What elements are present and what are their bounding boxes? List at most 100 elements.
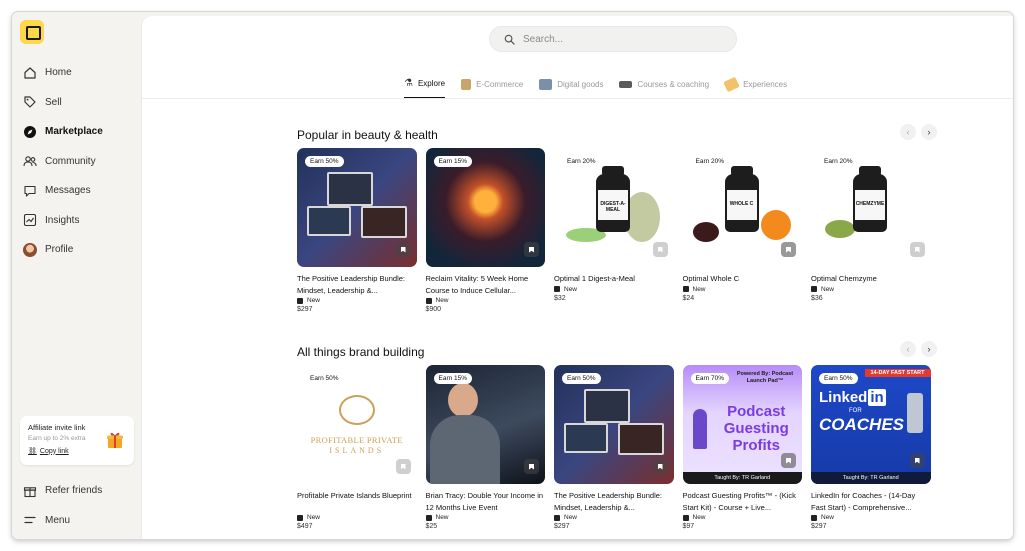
bottle-label: WHOLE C	[726, 190, 757, 220]
product-thumbnail: Powered By: Podcast Launch Pad™ Podcast …	[682, 365, 802, 484]
product-card[interactable]: CHEMZYME Earn 20% Optimal Chemzyme New $…	[811, 148, 931, 313]
sidebar-item-menu[interactable]: Menu	[12, 506, 142, 536]
new-badge: New	[425, 514, 546, 521]
product-price: $297	[297, 306, 313, 313]
bookmark-icon[interactable]	[909, 453, 925, 468]
sidebar-item-insights[interactable]: Insights	[12, 206, 142, 236]
linkedin-in-badge: in	[868, 389, 886, 406]
mortarboard-icon	[619, 80, 633, 88]
sidebar-item-messages[interactable]: Messages	[12, 176, 142, 206]
badge-label: New	[821, 285, 835, 293]
product-title: Optimal Chemzyme	[811, 274, 877, 283]
new-badge: New	[682, 514, 803, 521]
podcast-art-bottom: Taught By: TR Garland	[682, 472, 802, 484]
sidebar-item-marketplace[interactable]: Marketplace	[12, 117, 142, 147]
product-card[interactable]: WHOLE C Earn 20% Optimal Whole C New $24	[682, 148, 803, 313]
sidebar-item-refer-friends[interactable]: Refer friends	[12, 476, 142, 506]
ticket-icon	[723, 76, 740, 92]
new-badge: New	[682, 286, 803, 293]
next-arrow-button[interactable]: ›	[921, 124, 937, 140]
tab-experiences[interactable]: Experiences	[723, 74, 787, 98]
sidebar-item-profile[interactable]: Profile	[12, 235, 142, 265]
product-card[interactable]: Earn 15% Reclaim Vitality: 5 Week Home C…	[425, 148, 546, 313]
copy-link-label: Copy link	[39, 447, 69, 455]
product-card[interactable]: Earn 50% The Positive Leadership Bundle:…	[554, 365, 674, 530]
product-title: Optimal 1 Digest-a-Meal	[554, 274, 635, 283]
shop-icon	[811, 286, 817, 292]
linkedin-art-bottom: Taught By: TR Garland	[811, 472, 931, 484]
sidebar-item-label: Profile	[45, 244, 74, 256]
tag-icon	[23, 95, 37, 109]
product-card[interactable]: Powered By: Podcast Launch Pad™ Podcast …	[682, 365, 803, 530]
bookmark-icon[interactable]	[524, 459, 539, 474]
badge-label: New	[564, 285, 578, 293]
product-price: $24	[682, 294, 695, 302]
sidebar-item-sell[interactable]: Sell	[12, 88, 142, 118]
product-card[interactable]: Earn 50% The Positive Leadership Bundle:…	[297, 148, 417, 313]
bookmark-icon[interactable]	[395, 242, 411, 257]
sidebar: Home Sell Marketplace Community Messages…	[12, 12, 142, 539]
menu-icon	[23, 513, 37, 527]
product-thumbnail: Earn 50%	[297, 148, 417, 267]
carousel-controls: ‹ ›	[900, 341, 937, 357]
shop-icon	[554, 286, 560, 292]
bookmark-icon[interactable]	[524, 242, 539, 257]
earn-badge: Earn 20%	[562, 156, 601, 167]
section-title: Popular in beauty & health	[297, 128, 438, 142]
linkedin-art-text: Linked	[819, 389, 868, 406]
bookmark-icon[interactable]	[781, 453, 796, 468]
shop-icon	[554, 514, 560, 521]
badge-label: New	[307, 514, 321, 521]
earn-badge: Earn 15%	[433, 156, 473, 167]
new-badge: New	[297, 297, 417, 304]
search-bar[interactable]	[489, 26, 737, 52]
sidebar-item-community[interactable]: Community	[12, 147, 142, 177]
sidebar-item-label: Sell	[45, 96, 62, 108]
bookmark-icon[interactable]	[395, 459, 411, 474]
tab-label: Explore	[417, 79, 446, 88]
bottle-label: DIGEST-A-MEAL	[598, 190, 628, 220]
sidebar-item-label: Insights	[45, 214, 80, 226]
product-thumbnail: WHOLE C Earn 20%	[682, 148, 802, 267]
tab-explore[interactable]: ⚗ Explore	[404, 74, 446, 98]
product-card[interactable]: Earn 15% Brian Tracy: Double Your Income…	[425, 365, 546, 530]
new-badge: New	[554, 286, 674, 293]
sidebar-item-home[interactable]: Home	[12, 58, 142, 88]
bookmark-icon[interactable]	[909, 242, 925, 257]
product-title: The Positive Leadership Bundle: Mindset,…	[297, 274, 405, 295]
new-badge: New	[811, 286, 931, 293]
product-thumbnail: Earn 15%	[425, 148, 545, 267]
badge-label: New	[435, 297, 449, 304]
new-badge: New	[425, 297, 546, 304]
next-arrow-button[interactable]: ›	[921, 341, 937, 357]
product-thumbnail: DIGEST-A-MEAL Earn 20%	[554, 148, 674, 267]
earn-badge: Earn 20%	[690, 156, 730, 167]
badge-label: New	[692, 514, 706, 521]
bookmark-icon[interactable]	[652, 242, 668, 257]
tab-e-commerce[interactable]: E-Commerce	[461, 74, 523, 98]
bookmark-icon[interactable]	[652, 459, 668, 474]
prev-arrow-button[interactable]: ‹	[900, 341, 916, 357]
product-card[interactable]: PROFITABLE PRIVATE ISLANDS Earn 50% Prof…	[297, 365, 417, 530]
section-brand-building: All things brand building ‹ › PROFITABLE…	[297, 341, 937, 530]
tab-label: Digital goods	[557, 79, 604, 89]
tab-courses-coaching[interactable]: Courses & coaching	[619, 74, 709, 98]
home-icon	[23, 66, 37, 80]
sidebar-item-label: Marketplace	[45, 126, 103, 138]
app-logo[interactable]	[20, 20, 44, 44]
search-input[interactable]	[523, 33, 713, 45]
product-thumbnail: CHEMZYME Earn 20%	[811, 148, 931, 267]
prev-arrow-button[interactable]: ‹	[900, 124, 916, 140]
product-title: Reclaim Vitality: 5 Week Home Course to …	[425, 274, 529, 295]
tab-digital-goods[interactable]: Digital goods	[539, 74, 603, 98]
earn-badge: Earn 50%	[305, 373, 344, 384]
product-price: $97	[682, 523, 695, 530]
bookmark-icon[interactable]	[781, 242, 796, 257]
sidebar-bottom-nav: Refer friends Menu	[12, 476, 142, 535]
chart-icon	[23, 213, 37, 227]
product-card[interactable]: 14-DAY FAST START Linked in FOR COACHES T…	[811, 365, 931, 530]
product-card[interactable]: DIGEST-A-MEAL Earn 20% Optimal 1 Digest-…	[554, 148, 674, 313]
shop-icon	[297, 514, 303, 521]
section-title: All things brand building	[297, 345, 425, 359]
linkedin-art-text-2: COACHES	[819, 415, 905, 434]
